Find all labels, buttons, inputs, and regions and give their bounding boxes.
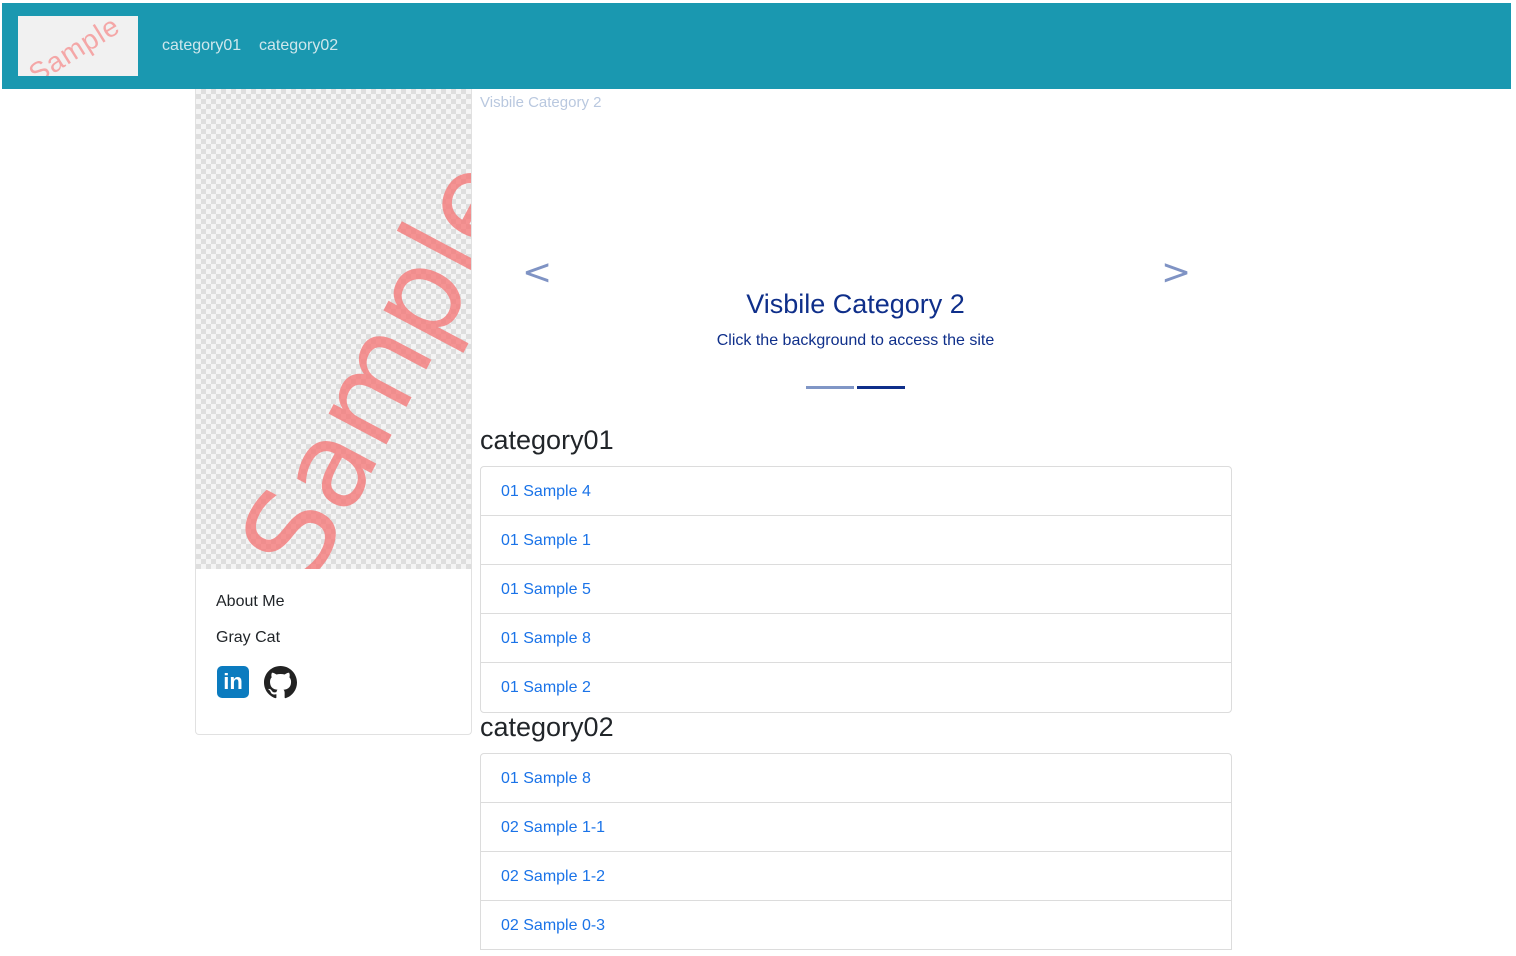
site-logo[interactable]: Sample <box>18 16 138 76</box>
carousel-next-button[interactable]: > <box>1161 252 1191 293</box>
list-item[interactable]: 01 Sample 8 <box>481 754 1231 803</box>
category02-list: 01 Sample 8 02 Sample 1-1 02 Sample 1-2 … <box>480 753 1232 950</box>
category-carousel[interactable]: Visbile Category 2 < > Visbile Category … <box>480 89 1231 405</box>
nav-link-category01[interactable]: category01 <box>162 37 241 55</box>
profile-card: Sample About Me Gray Cat in <box>195 89 472 735</box>
carousel-indicator-1[interactable] <box>806 386 854 389</box>
list-item[interactable]: 01 Sample 5 <box>481 565 1231 614</box>
image-watermark: Sample <box>213 137 471 569</box>
linkedin-icon[interactable]: in <box>217 666 249 698</box>
list-item[interactable]: 01 Sample 4 <box>481 467 1231 516</box>
list-item[interactable]: 02 Sample 1-2 <box>481 852 1231 901</box>
list-item[interactable]: 02 Sample 1-1 <box>481 803 1231 852</box>
profile-name: Gray Cat <box>216 629 281 646</box>
carousel-indicator-2[interactable] <box>857 386 905 389</box>
about-me-heading: About Me <box>216 593 285 610</box>
logo-text: Sample <box>23 16 126 76</box>
carousel-caption: Click the background to access the site <box>716 332 995 349</box>
github-icon[interactable] <box>264 666 297 699</box>
nav-link-category02[interactable]: category02 <box>259 37 338 55</box>
carousel-prev-button[interactable]: < <box>522 252 552 293</box>
carousel-broken-image: Visbile Category 2 <box>480 94 602 111</box>
list-item[interactable]: 02 Sample 0-3 <box>481 901 1231 950</box>
carousel-title[interactable]: Visbile Category 2 <box>480 289 1231 320</box>
category01-heading: category01 <box>480 425 614 455</box>
category01-list: 01 Sample 4 01 Sample 1 01 Sample 5 01 S… <box>480 466 1232 713</box>
list-item[interactable]: 01 Sample 8 <box>481 614 1231 663</box>
list-item[interactable]: 01 Sample 1 <box>481 516 1231 565</box>
category02-heading: category02 <box>480 712 614 742</box>
list-item[interactable]: 01 Sample 2 <box>481 663 1231 712</box>
profile-image: Sample <box>196 89 471 569</box>
top-navbar: Sample category01 category02 <box>2 3 1511 89</box>
